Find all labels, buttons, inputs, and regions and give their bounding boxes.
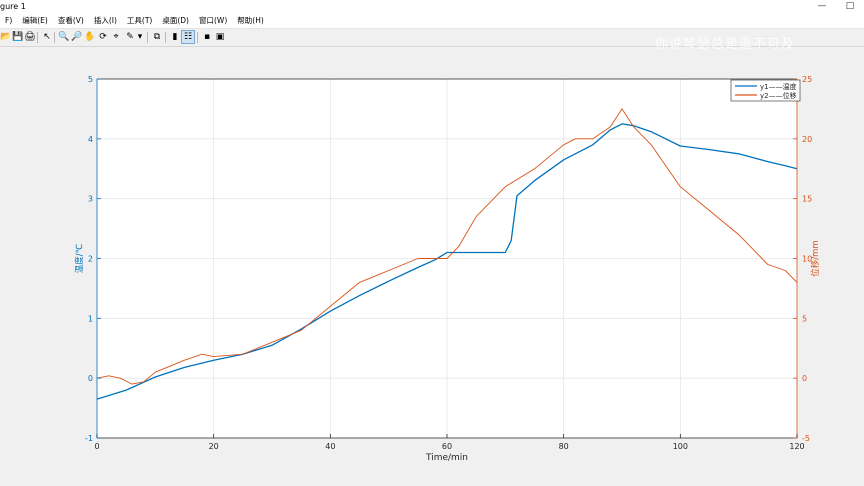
y-right-tick-label: 5 — [802, 314, 807, 323]
toolbar-separator — [147, 32, 148, 43]
legend-label-y2: y2——位移 — [760, 91, 797, 100]
legend-icon[interactable]: ☷ — [181, 30, 195, 44]
x-tick-label: 80 — [559, 442, 569, 451]
menu-view[interactable]: 查看(V) — [53, 14, 89, 28]
y-right-tick-label: 20 — [802, 135, 812, 144]
toolbar-separator — [165, 32, 166, 43]
y-left-axis-label: 温度/℃ — [74, 243, 85, 273]
y-right-axis-label: 位移/mm — [810, 240, 821, 276]
legend-label-y1: y1——温度 — [760, 82, 797, 91]
data-cursor-icon[interactable]: ⌖ — [110, 31, 122, 43]
brush-dropdown-icon[interactable]: ▾ — [136, 31, 144, 43]
y-right-tick-label: 25 — [802, 75, 812, 84]
maximize-button[interactable]: □ — [836, 0, 864, 14]
menu-window[interactable]: 窗口(W) — [194, 14, 232, 28]
zoom-in-icon[interactable]: 🔍 — [58, 31, 70, 43]
y-left-tick-label: 2 — [88, 255, 93, 264]
menu-bar: F) 编辑(E) 查看(V) 插入(I) 工具(T) 桌面(D) 窗口(W) 帮… — [0, 14, 864, 29]
menu-file[interactable]: F) — [0, 14, 17, 28]
open-icon[interactable]: 📂 — [0, 31, 12, 43]
show-tools-icon[interactable]: ▣ — [214, 31, 226, 43]
pan-hand-icon[interactable]: ✋ — [84, 31, 96, 43]
minimize-button[interactable]: — — [808, 0, 836, 14]
x-tick-label: 40 — [325, 442, 335, 451]
zoom-out-icon[interactable]: 🔎 — [71, 31, 83, 43]
toolbar-separator — [197, 32, 198, 43]
toolbar-separator — [37, 32, 38, 43]
window-controls: — □ — [808, 0, 864, 14]
y-left-tick-label: 4 — [88, 135, 93, 144]
plot-svg: 0 20 40 60 80 100 120-1012345-50510152025Time/… — [74, 75, 821, 463]
save-icon[interactable]: 💾 — [12, 31, 24, 43]
menu-edit[interactable]: 编辑(E) — [17, 14, 53, 28]
menu-help[interactable]: 帮助(H) — [232, 14, 269, 28]
figure-canvas[interactable]: 0 20 40 60 80 100 120 -1 0 1 2 3 4 5 -5 0 5 10 15 20 25 Time/… — [0, 47, 864, 486]
window-title: gure 1 — [0, 2, 26, 11]
y-left-tick-label: 1 — [88, 314, 93, 323]
y-right-tick-label: -5 — [802, 434, 810, 443]
select-arrow-icon[interactable]: ↖ — [41, 31, 53, 43]
menu-desktop[interactable]: 桌面(D) — [157, 14, 194, 28]
x-tick-label: 0 — [94, 442, 99, 451]
y-left-tick-label: 5 — [88, 75, 93, 84]
rotate-3d-icon[interactable]: ⟳ — [97, 31, 109, 43]
x-tick-label: 100 — [673, 442, 688, 451]
menu-tools[interactable]: 工具(T) — [122, 14, 157, 28]
colorbar-icon[interactable]: ▮ — [169, 31, 181, 43]
toolbar-separator — [54, 32, 55, 43]
y-right-tick-label: 15 — [802, 195, 812, 204]
brush-icon[interactable]: ✎ — [124, 31, 136, 43]
x-tick-label: 60 — [442, 442, 452, 451]
y-left-tick-label: -1 — [85, 434, 93, 443]
hide-tools-icon[interactable]: ▪ — [201, 31, 213, 43]
y-right-tick-label: 0 — [802, 374, 807, 383]
link-plot-icon[interactable]: ⧉ — [151, 31, 163, 43]
y-left-tick-label: 3 — [88, 195, 93, 204]
x-axis-label: Time/min — [425, 453, 468, 463]
menu-insert[interactable]: 插入(I) — [89, 14, 122, 28]
title-bar: gure 1 — □ — [0, 0, 864, 14]
x-tick-label: 20 — [209, 442, 219, 451]
y-left-tick-label: 0 — [88, 374, 93, 383]
x-tick-label: 120 — [789, 442, 804, 451]
print-icon[interactable]: 🖨 — [24, 31, 36, 43]
